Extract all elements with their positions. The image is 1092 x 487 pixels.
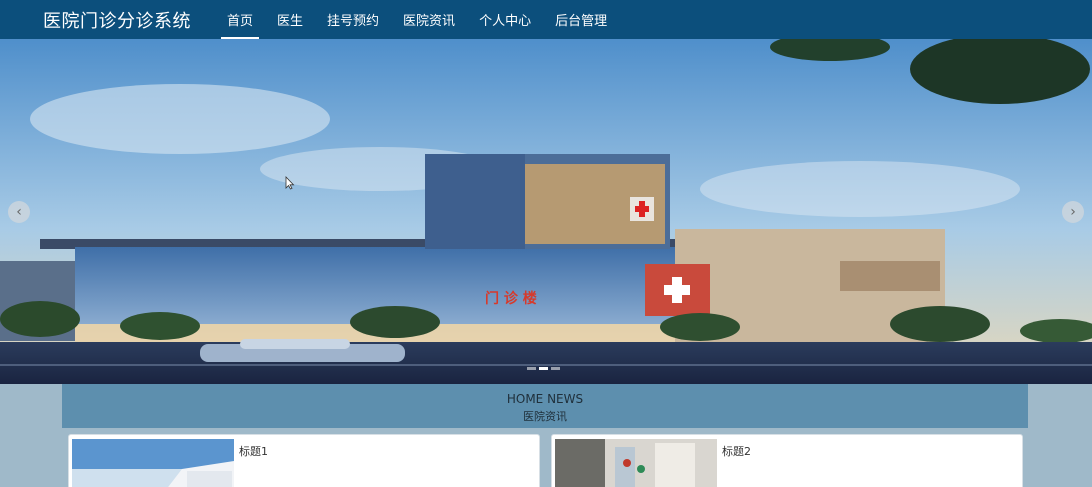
nav-item-news[interactable]: 医院资讯 bbox=[391, 0, 467, 39]
nav-item-appointment[interactable]: 挂号预约 bbox=[315, 0, 391, 39]
hero-carousel[interactable]: 门 诊 楼 ‹ › bbox=[0, 39, 1092, 384]
carousel-dot-1[interactable] bbox=[527, 367, 536, 370]
chevron-left-icon: ‹ bbox=[16, 204, 22, 220]
news-card[interactable]: 标题1 bbox=[68, 434, 540, 487]
top-navbar: 医院门诊分诊系统 首页 医生 挂号预约 医院资讯 个人中心 后台管理 bbox=[0, 0, 1092, 39]
news-section-header: HOME NEWS 医院资讯 bbox=[62, 384, 1028, 428]
news-thumbnail bbox=[72, 439, 234, 487]
carousel-dot-2[interactable] bbox=[539, 367, 548, 370]
nav-item-admin[interactable]: 后台管理 bbox=[543, 0, 619, 39]
mouse-cursor-icon bbox=[285, 176, 295, 190]
carousel-dot-3[interactable] bbox=[551, 367, 560, 370]
site-title[interactable]: 医院门诊分诊系统 bbox=[43, 7, 191, 33]
main-nav: 首页 医生 挂号预约 医院资讯 个人中心 后台管理 bbox=[215, 0, 619, 39]
carousel-next-button[interactable]: › bbox=[1062, 201, 1084, 223]
news-card[interactable]: 标题2 bbox=[551, 434, 1023, 487]
news-section-title-cn: 医院资讯 bbox=[523, 410, 567, 423]
hospital-banner-image: 门 诊 楼 bbox=[0, 39, 1092, 384]
news-card-title[interactable]: 标题2 bbox=[722, 443, 751, 459]
carousel-indicators bbox=[527, 367, 560, 370]
news-section-title-en: HOME NEWS bbox=[506, 392, 584, 406]
nav-item-home[interactable]: 首页 bbox=[215, 0, 265, 39]
news-thumbnail bbox=[555, 439, 717, 487]
carousel-prev-button[interactable]: ‹ bbox=[8, 201, 30, 223]
chevron-right-icon: › bbox=[1070, 204, 1076, 220]
news-card-title[interactable]: 标题1 bbox=[239, 443, 268, 459]
nav-item-personal-center[interactable]: 个人中心 bbox=[467, 0, 543, 39]
nav-item-doctors[interactable]: 医生 bbox=[265, 0, 315, 39]
building-sign-text: 门 诊 楼 bbox=[485, 290, 537, 307]
